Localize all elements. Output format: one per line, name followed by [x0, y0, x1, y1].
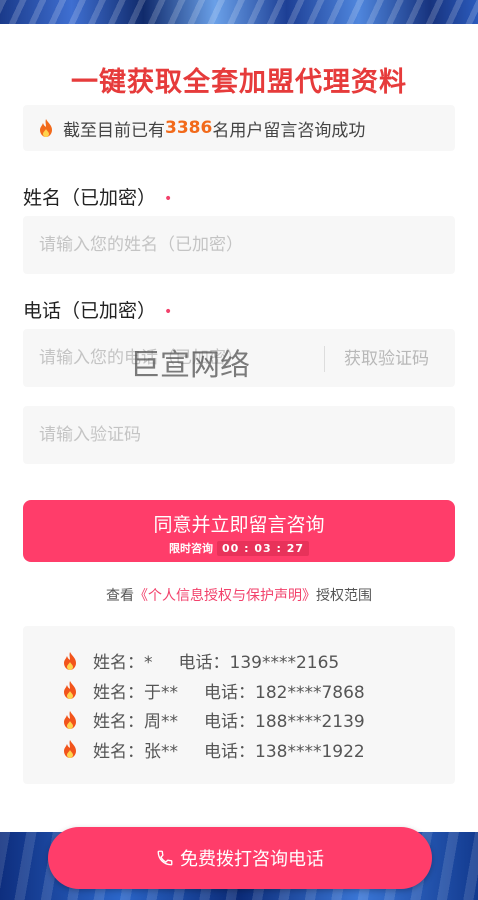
- stats-bar: 截至目前已有 3386 名用户留言咨询成功: [23, 105, 455, 151]
- record-phone: 电话：188****2139: [204, 712, 365, 733]
- record-phone: 电话：138****1922: [204, 741, 365, 762]
- code-input[interactable]: [39, 406, 455, 464]
- limited-time-label: 限时咨询: [168, 542, 213, 555]
- required-mark: •: [164, 303, 173, 320]
- code-field-box[interactable]: [23, 406, 455, 464]
- stats-suffix: 名用户留言咨询成功: [212, 120, 366, 141]
- top-banner-image: [0, 0, 478, 24]
- privacy-prefix: 查看: [106, 588, 134, 604]
- privacy-notice: 查看《个人信息授权与保护声明》授权范围: [0, 585, 478, 605]
- record-name: 姓名：于**: [93, 682, 178, 703]
- page-title: 一键获取全套加盟代理资料: [71, 67, 407, 98]
- submit-sublabel: 限时咨询 00 : 03 : 27: [23, 540, 455, 556]
- record-name: 姓名：*: [93, 653, 153, 674]
- list-item: 姓名：* 电话：139****2165: [23, 646, 455, 676]
- phone-label: 电话（已加密） •: [23, 296, 172, 323]
- fire-icon: [64, 681, 76, 700]
- privacy-suffix: 授权范围: [316, 588, 372, 604]
- fire-icon: [64, 651, 76, 670]
- stats-count: 3386: [165, 118, 213, 138]
- record-name: 姓名：张**: [93, 741, 178, 762]
- record-phone: 电话：182****7868: [204, 682, 365, 703]
- list-item: 姓名：张** 电话：138****1922: [23, 735, 455, 765]
- fire-icon: [64, 740, 76, 759]
- submit-label: 同意并立即留言咨询: [153, 514, 325, 536]
- name-label-text: 姓名（已加密）: [23, 187, 157, 209]
- countdown-timer: 00 : 03 : 27: [216, 541, 310, 556]
- call-button[interactable]: 免费拨打咨询电话: [48, 827, 432, 889]
- record-phone: 电话：139****2165: [178, 653, 340, 674]
- record-name: 姓名：周**: [93, 712, 178, 733]
- call-label: 免费拨打咨询电话: [180, 849, 324, 870]
- phone-input[interactable]: [39, 329, 305, 387]
- name-field-box[interactable]: [23, 216, 455, 274]
- stats-prefix: 截至目前已有: [63, 120, 165, 141]
- divider: [324, 346, 325, 372]
- privacy-link[interactable]: 《个人信息授权与保护声明》: [134, 588, 316, 604]
- list-item: 姓名：周** 电话：188****2139: [23, 705, 455, 735]
- get-code-button[interactable]: 获取验证码: [344, 344, 429, 369]
- submit-button[interactable]: 同意并立即留言咨询 限时咨询 00 : 03 : 27: [23, 500, 455, 562]
- phone-icon: [157, 850, 173, 866]
- required-mark: •: [164, 190, 173, 207]
- list-item: 姓名：于** 电话：182****7868: [23, 676, 455, 706]
- name-label: 姓名（已加密） •: [23, 183, 172, 210]
- fire-icon: [64, 710, 76, 729]
- records-list: 姓名：* 电话：139****2165 姓名：于** 电话：182****786…: [23, 626, 455, 784]
- fire-icon: [40, 119, 52, 137]
- phone-label-text: 电话（已加密）: [23, 300, 157, 322]
- name-input[interactable]: [39, 216, 455, 274]
